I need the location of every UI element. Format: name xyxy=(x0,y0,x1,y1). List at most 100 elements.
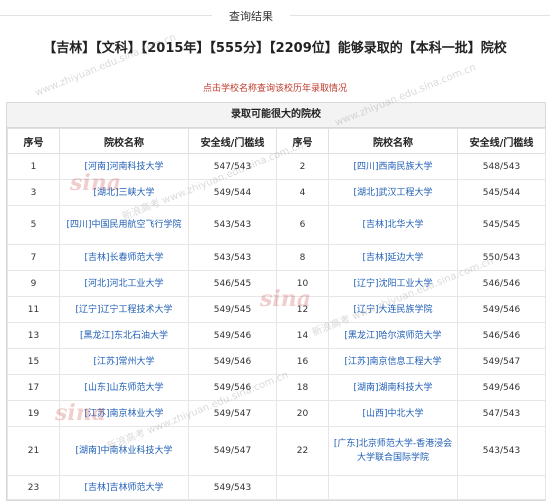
row-number: 12 xyxy=(276,296,329,323)
row-number: 2 xyxy=(276,153,329,180)
school-link[interactable]: [四川]中国民用航空飞行学院 xyxy=(66,220,181,230)
table-row: 9 [河北]河北工业大学 546/545 10 [辽宁]沈阳工业大学 546/546 xyxy=(7,270,546,297)
score-cell: 545/545 xyxy=(457,205,546,245)
row-number: 8 xyxy=(276,244,329,271)
table-row: 7 [吉林]长春师范大学 543/543 8 [吉林]延边大学 550/543 xyxy=(7,244,546,271)
row-number: 18 xyxy=(276,374,329,401)
school-link[interactable]: [湖北]武汉工程大学 xyxy=(353,188,432,198)
school-link[interactable]: [江苏]常州大学 xyxy=(93,357,154,367)
column-header-school: 院校名称 xyxy=(59,128,189,154)
school-link[interactable]: [湖北]三峡大学 xyxy=(93,188,154,198)
school-link[interactable]: [辽宁]沈阳工业大学 xyxy=(353,279,432,289)
school-name-cell xyxy=(328,475,458,500)
score-cell: 546/545 xyxy=(188,270,277,297)
score-cell: 549/544 xyxy=(188,179,277,206)
score-cell: 549/546 xyxy=(188,374,277,401)
school-link[interactable]: [江苏]南京信息工程大学 xyxy=(344,357,441,367)
school-name-cell: [吉林]吉林师范大学 xyxy=(59,475,189,500)
header-divider-left xyxy=(0,15,212,16)
score-cell xyxy=(457,475,546,500)
score-cell: 549/543 xyxy=(188,475,277,500)
school-link[interactable]: [吉林]长春师范大学 xyxy=(84,253,163,263)
school-link[interactable]: [山西]中北大学 xyxy=(362,409,423,419)
table-row: 13 [黑龙江]东北石油大学 549/546 14 [黑龙江]哈尔滨师范大学 546/54… xyxy=(7,322,546,349)
score-cell: 549/547 xyxy=(457,348,546,375)
school-link[interactable]: [湖南]中南林业科技大学 xyxy=(75,446,172,456)
school-name-cell: [吉林]长春师范大学 xyxy=(59,244,189,271)
column-header-score: 安全线/门槛线 xyxy=(188,128,277,154)
row-number: 11 xyxy=(7,296,60,323)
result-header: 查询结果 xyxy=(0,0,550,30)
school-name-cell: [湖南]中南林业科技大学 xyxy=(59,426,189,476)
score-cell: 543/543 xyxy=(188,244,277,271)
school-name-cell: [江苏]南京信息工程大学 xyxy=(328,348,458,375)
column-header-score: 安全线/门槛线 xyxy=(457,128,546,154)
school-link[interactable]: [黑龙江]东北石油大学 xyxy=(80,331,168,341)
score-cell: 546/546 xyxy=(457,270,546,297)
table-row: 3 [湖北]三峡大学 549/544 4 [湖北]武汉工程大学 545/544 xyxy=(7,179,546,206)
school-link[interactable]: [江苏]南京林业大学 xyxy=(84,409,163,419)
table-row: 15 [江苏]常州大学 549/546 16 [江苏]南京信息工程大学 549/547 xyxy=(7,348,546,375)
table-row: 19 [江苏]南京林业大学 549/547 20 [山西]中北大学 547/543 xyxy=(7,400,546,427)
score-cell: 543/543 xyxy=(188,205,277,245)
school-name-cell: [辽宁]辽宁工程技术大学 xyxy=(59,296,189,323)
row-number: 15 xyxy=(7,348,60,375)
score-cell: 547/543 xyxy=(188,153,277,180)
row-number: 20 xyxy=(276,400,329,427)
school-link[interactable]: [四川]西南民族大学 xyxy=(353,162,432,172)
row-number: 3 xyxy=(7,179,60,206)
row-number: 21 xyxy=(7,426,60,476)
score-cell: 549/545 xyxy=(188,296,277,323)
school-link[interactable]: [黑龙江]哈尔滨师范大学 xyxy=(344,331,441,341)
row-number: 7 xyxy=(7,244,60,271)
table-caption: 录取可能很大的院校 xyxy=(7,103,545,128)
school-link[interactable]: [辽宁]大连民族学院 xyxy=(353,305,432,315)
school-name-cell: [广东]北京师范大学-香港浸会大学联合国际学院 xyxy=(328,426,458,476)
score-cell: 547/543 xyxy=(457,400,546,427)
score-cell: 548/543 xyxy=(457,153,546,180)
row-number: 22 xyxy=(276,426,329,476)
results-table-panel: 录取可能很大的院校 序号 院校名称 安全线/门槛线 序号 院校名称 安全线/门槛… xyxy=(6,102,546,501)
table-row: 11 [辽宁]辽宁工程技术大学 549/545 12 [辽宁]大连民族学院 549/546 xyxy=(7,296,546,323)
school-name-cell: [江苏]南京林业大学 xyxy=(59,400,189,427)
row-number: 19 xyxy=(7,400,60,427)
school-link[interactable]: [吉林]北华大学 xyxy=(362,220,423,230)
school-link[interactable]: [辽宁]辽宁工程技术大学 xyxy=(75,305,172,315)
score-cell: 549/546 xyxy=(457,374,546,401)
school-link[interactable]: [湖南]湖南科技大学 xyxy=(353,383,432,393)
school-link[interactable]: [广东]北京师范大学-香港浸会大学联合国际学院 xyxy=(334,439,452,463)
row-number: 5 xyxy=(7,205,60,245)
column-header-no: 序号 xyxy=(276,128,329,154)
result-header-title: 查询结果 xyxy=(229,10,273,23)
school-link[interactable]: [吉林]吉林师范大学 xyxy=(84,483,163,493)
school-name-cell: [河北]河北工业大学 xyxy=(59,270,189,297)
school-link[interactable]: [河北]河北工业大学 xyxy=(84,279,163,289)
hint-text: 点击学校名称查询该校历年录取情况 xyxy=(202,84,347,94)
table-row: 21 [湖南]中南林业科技大学 549/547 22 [广东]北京师范大学-香港浸会大学… xyxy=(7,426,546,476)
table-row: 5 [四川]中国民用航空飞行学院 543/543 6 [吉林]北华大学 545/545 xyxy=(7,205,546,245)
table-row: 17 [山东]山东师范大学 549/546 18 [湖南]湖南科技大学 549/546 xyxy=(7,374,546,401)
school-link[interactable]: [山东]山东师范大学 xyxy=(84,383,163,393)
score-cell: 549/547 xyxy=(188,426,277,476)
header-divider-right xyxy=(290,15,550,16)
school-name-cell: [辽宁]大连民族学院 xyxy=(328,296,458,323)
table-row: 1 [河南]河南科技大学 547/543 2 [四川]西南民族大学 548/543 xyxy=(7,153,546,180)
school-name-cell: [湖南]湖南科技大学 xyxy=(328,374,458,401)
row-number: 14 xyxy=(276,322,329,349)
score-cell: 549/546 xyxy=(188,348,277,375)
school-link[interactable]: [吉林]延边大学 xyxy=(362,253,423,263)
school-name-cell: [山西]中北大学 xyxy=(328,400,458,427)
score-cell: 550/543 xyxy=(457,244,546,271)
row-number: 23 xyxy=(7,475,60,500)
score-cell: 549/547 xyxy=(188,400,277,427)
school-name-cell: [江苏]常州大学 xyxy=(59,348,189,375)
row-number: 9 xyxy=(7,270,60,297)
school-name-cell: [湖北]三峡大学 xyxy=(59,179,189,206)
row-number: 10 xyxy=(276,270,329,297)
row-number: 13 xyxy=(7,322,60,349)
school-link[interactable]: [河南]河南科技大学 xyxy=(84,162,163,172)
column-header-school: 院校名称 xyxy=(328,128,458,154)
score-cell: 543/543 xyxy=(457,426,546,476)
row-number: 6 xyxy=(276,205,329,245)
query-summary-title: 【吉林】【文科】【2015年】【555分】【2209位】能够录取的【本科一批】院… xyxy=(43,41,507,56)
